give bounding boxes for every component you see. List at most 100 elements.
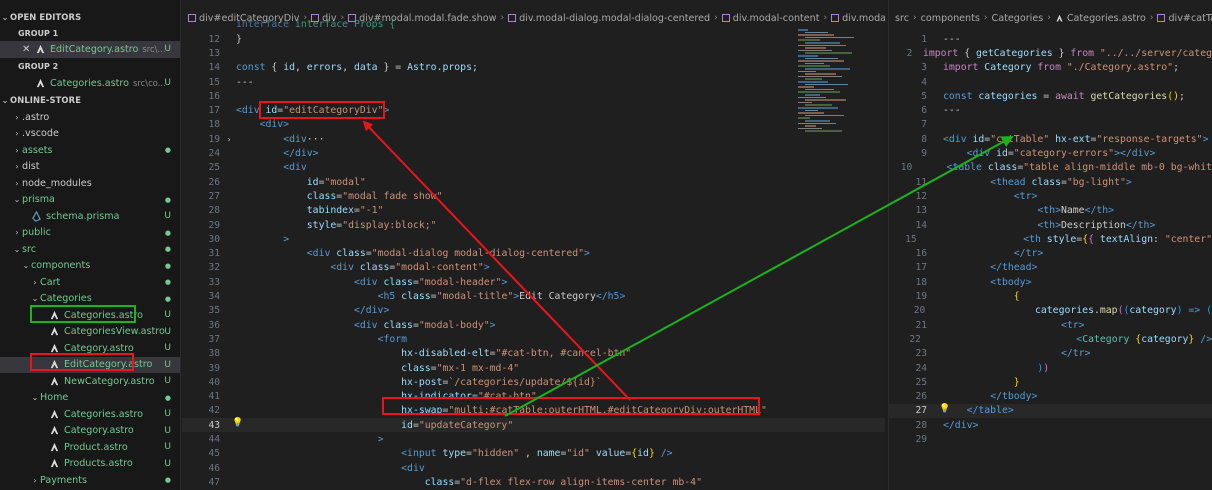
editor-left[interactable]: div#editCategoryDiv › div › div#modal.modal.… [182,0,885,490]
code-line[interactable]: 9 <div id="category-errors"></div> [889,146,1212,160]
group1-header[interactable]: GROUP 1 [0,25,180,42]
tree-item[interactable]: › node_modules [0,175,180,192]
tree-item[interactable]: Products.astro U [0,456,180,473]
breadcrumb-label: src [895,12,910,24]
tree-item[interactable]: schema.prisma U [0,208,180,225]
code-line[interactable]: 46 <div [182,461,885,475]
breadcrumb-item[interactable]: components [921,13,980,24]
lightbulb-icon[interactable]: 💡 [939,404,950,414]
close-icon[interactable]: ✕ [22,44,32,55]
tree-item[interactable]: NewCategory.astro U [0,373,180,390]
code-line[interactable]: 37 <form [182,332,885,346]
editor-right[interactable]: src › components › Categories › Categories.ast… [888,0,1212,490]
code-line[interactable]: 32 <div class="modal-content"> [182,261,885,275]
tree-item[interactable]: Product.astro U [0,439,180,456]
minimap[interactable] [798,29,858,149]
code-line[interactable]: 4 [889,75,1212,89]
code-line[interactable]: 25 <div [182,161,885,175]
code-line[interactable]: 43 id="updateCategory" [182,418,885,433]
breadcrumb-item[interactable]: Categories.astro [1055,13,1146,24]
code-line[interactable]: 33 <div class="modal-header"> [182,275,885,289]
code-line[interactable]: 30 > [182,232,885,246]
code-line[interactable]: 13 <th>Name</th> [889,204,1212,218]
code-line[interactable]: 29 style="display:block;" [182,218,885,232]
code-line[interactable]: 27 class="modal fade show" [182,189,885,203]
tree-item[interactable]: CategoriesView.astro U [0,324,180,341]
code-line[interactable]: 18 <tbody> [889,275,1212,289]
code-line[interactable]: 40 hx-post=`/categories/update/${id}` [182,375,885,389]
breadcrumb-item[interactable]: div#catTable [1157,13,1212,24]
tree-item[interactable]: › assets ● [0,142,180,159]
code-line[interactable]: 15 <th style={{ textAlign: "center" [889,232,1212,246]
open-editor-categories[interactable]: Categories.astro src\co... U [0,75,180,92]
tree-item[interactable]: › Cart ● [0,274,180,291]
tree-item[interactable]: Categories.astro U [0,406,180,423]
open-editor-editcategory[interactable]: ✕ EditCategory.astro src\... U [0,41,180,58]
tree-item[interactable]: ⌄ Home ● [0,390,180,407]
breadcrumb-item[interactable]: src [895,13,909,24]
code-line[interactable]: 24 )) [889,361,1212,375]
code-line[interactable]: 10 <table class="table align-middle mb-0… [889,161,1212,175]
code-line[interactable]: 22 <Category {category} /> [889,332,1212,346]
code-line[interactable]: 5 const categories = await getCategories(… [889,89,1212,103]
code-line[interactable]: 23 </tr> [889,347,1212,361]
code-line[interactable]: 36 <div class="modal-body"> [182,318,885,332]
fold-chevron-icon[interactable]: › [222,135,236,144]
code-line[interactable]: 16 </tr> [889,247,1212,261]
code-line[interactable]: 19 › <div··· [182,132,885,146]
code-line[interactable]: 35 </div> [182,304,885,318]
code-line[interactable]: 44 > [182,432,885,446]
tree-item[interactable]: Category.astro U [0,423,180,440]
code-line[interactable]: 47 class="d-flex flex-row align-items-ce… [182,475,885,489]
code-line[interactable]: 11 <thead class="bg-light"> [889,175,1212,189]
project-header[interactable]: ⌄ ONLINE-STORE [0,92,180,109]
tree-item[interactable]: › Payments ● [0,472,180,489]
minimap-line [798,96,826,99]
code-line[interactable]: 20 categories.map((category) => ( [889,304,1212,318]
code-line[interactable]: 13 [182,46,885,60]
code-line[interactable]: 1 --- [889,32,1212,46]
code-area[interactable]: 1 --- 2 import { getCategories } from "../.… [889,29,1212,490]
code-line[interactable]: 18 <div> [182,118,885,132]
code-line[interactable]: 12 <tr> [889,189,1212,203]
code-line[interactable]: 6 --- [889,104,1212,118]
code-line[interactable]: 25 } [889,375,1212,389]
code-line[interactable]: 3 import Category from "./Category.astro"… [889,61,1212,75]
code-line[interactable]: 19 { [889,289,1212,303]
tree-item[interactable]: › dist [0,159,180,176]
code-line[interactable]: 34 <h5 class="modal-title">Edit Category… [182,289,885,303]
code-line[interactable]: 28 tabindex="-1" [182,204,885,218]
code-line[interactable]: 15 --- [182,75,885,89]
tree-item[interactable]: ⌄ components ● [0,258,180,275]
code-line[interactable]: 26 id="modal" [182,175,885,189]
tree-item[interactable]: ⌄ src ● [0,241,180,258]
code-line[interactable]: 28 </div> [889,418,1212,432]
tree-item[interactable]: › public ● [0,225,180,242]
tree-item[interactable]: › .vscode [0,126,180,143]
code-line[interactable]: 14 const { id, errors, data } = Astro.pro… [182,61,885,75]
code-area[interactable]: 12} 13 14 const { id, errors, data } = Astr… [182,29,885,490]
code-line[interactable]: 7 [889,118,1212,132]
breadcrumb-item[interactable]: Categories [992,13,1044,24]
open-editors-header[interactable]: ⌄ OPEN EDITORS [0,9,180,26]
code-line[interactable]: 24 </div> [182,146,885,160]
tree-item-label: components [31,260,91,272]
code-line[interactable]: 8 <div id="catTable" hx-ext="response-tar… [889,132,1212,146]
code-line[interactable]: 38 hx-disabled-elt="#cat-btn, #cancel-bt… [182,347,885,361]
code-line[interactable]: 17 </thead> [889,261,1212,275]
code-text: > [377,434,384,446]
code-line[interactable]: 2 import { getCategories } from "../../se… [889,46,1212,60]
code-line[interactable]: 39 class="mx-1 mx-md-4" [182,361,885,375]
lightbulb-icon[interactable]: 💡 [232,418,243,428]
code-line[interactable]: 12} [182,32,885,46]
code-line[interactable]: 21 <tr> [889,318,1212,332]
code-line[interactable]: 29 [889,432,1212,446]
code-line[interactable]: 14 <th>Description</th> [889,218,1212,232]
code-line[interactable]: 26 </tbody> [889,390,1212,404]
code-line[interactable]: 27 </table> [889,403,1212,419]
code-line[interactable]: 31 <div class="modal-dialog modal-dialog… [182,247,885,261]
tree-item[interactable]: › .astro [0,109,180,126]
tree-item[interactable]: ⌄ prisma ● [0,192,180,209]
group2-header[interactable]: GROUP 2 [0,58,180,75]
code-line[interactable]: 45 <input type="hidden" , name="id" valu… [182,447,885,461]
